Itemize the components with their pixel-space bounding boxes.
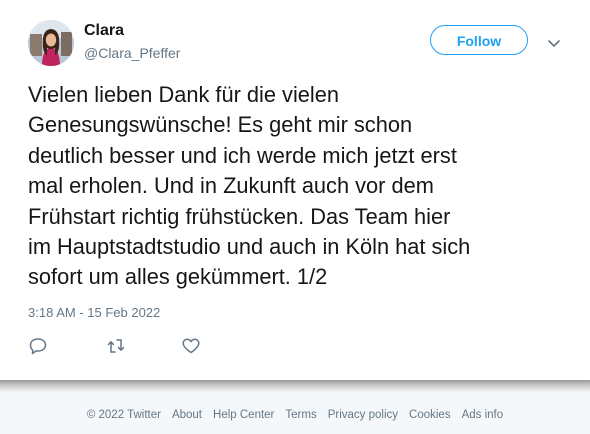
tweet-timestamp[interactable]: 3:18 AM - 15 Feb 2022: [28, 305, 160, 320]
user-name[interactable]: Clara: [84, 22, 124, 40]
reply-icon[interactable]: [28, 337, 48, 355]
footer-link-terms[interactable]: Terms: [285, 409, 316, 421]
tweet-text: Vielen lieben Dank für die vielen Genesu…: [28, 82, 471, 290]
user-handle[interactable]: @Clara_Pfeffer: [84, 45, 180, 61]
footer: © 2022 Twitter About Help Center Terms P…: [0, 409, 590, 421]
card-shadow-divider: [0, 380, 590, 393]
footer-link-help-center[interactable]: Help Center: [213, 409, 274, 421]
footer-link-about[interactable]: About: [172, 409, 202, 421]
retweet-icon[interactable]: [106, 337, 126, 355]
footer-link-cookies[interactable]: Cookies: [409, 409, 451, 421]
chevron-down-icon[interactable]: [547, 36, 561, 47]
footer-copyright: © 2022 Twitter: [86, 409, 161, 421]
like-icon[interactable]: [181, 337, 201, 355]
footer-link-ads-info[interactable]: Ads info: [462, 409, 504, 421]
avatar-image: [28, 20, 74, 66]
tweet-card: Clara @Clara_Pfeffer Follow Vielen liebe…: [0, 0, 590, 380]
avatar[interactable]: [28, 20, 74, 66]
footer-link-privacy-policy[interactable]: Privacy policy: [328, 409, 398, 421]
follow-button[interactable]: Follow: [430, 25, 528, 55]
